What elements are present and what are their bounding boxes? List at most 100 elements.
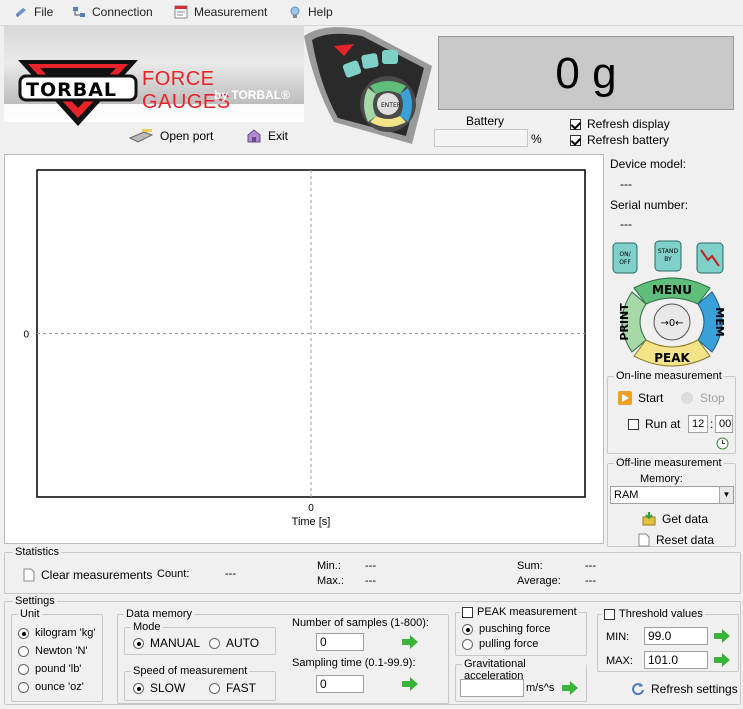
memory-select[interactable]: RAM ▼ bbox=[610, 486, 734, 504]
clear-measurements-button[interactable]: Clear measurements bbox=[23, 568, 152, 582]
start-button[interactable]: Start bbox=[618, 391, 663, 405]
threshold-checkbox[interactable]: Threshold values bbox=[602, 608, 705, 620]
peak-push-radio[interactable]: pusching force bbox=[462, 623, 551, 635]
clock-icon bbox=[716, 437, 729, 450]
peak-pull-radio[interactable]: pulling force bbox=[462, 638, 538, 650]
refresh-settings-button[interactable]: Refresh settings bbox=[631, 682, 738, 696]
svg-text:BY: BY bbox=[664, 256, 672, 263]
document-icon bbox=[638, 533, 650, 547]
run-at-checkbox[interactable]: Run at bbox=[628, 417, 680, 431]
unit-oz-label: ounce 'oz' bbox=[35, 681, 84, 693]
serial-number-label: Serial number: bbox=[610, 198, 689, 212]
refresh-display-checkbox[interactable]: Refresh display bbox=[570, 117, 670, 131]
reset-data-label: Reset data bbox=[656, 533, 715, 547]
unit-oz-dot[interactable] bbox=[18, 681, 29, 693]
speed-fast-radio[interactable]: FAST bbox=[209, 681, 256, 695]
speed-fast-dot[interactable] bbox=[209, 682, 220, 694]
open-port-label: Open port bbox=[160, 129, 214, 143]
unit-n-radio[interactable]: Newton 'N' bbox=[18, 645, 88, 657]
peak-check[interactable] bbox=[462, 606, 473, 618]
stop-icon bbox=[681, 392, 693, 404]
x-axis-label: Time [s] bbox=[292, 516, 331, 528]
menu-key-label: MENU bbox=[652, 283, 692, 297]
statistics-group: Statistics Clear measurements Count: ---… bbox=[4, 546, 741, 594]
sampling-input[interactable]: 0 bbox=[316, 675, 364, 693]
graph-button[interactable] bbox=[696, 242, 724, 274]
unit-lb-label: pound 'lb' bbox=[35, 663, 82, 675]
mode-manual-dot[interactable] bbox=[133, 637, 144, 649]
folder-download-icon bbox=[642, 512, 656, 526]
unit-lb-dot[interactable] bbox=[18, 663, 29, 675]
onoff-button[interactable]: ON/ OFF bbox=[612, 242, 638, 274]
samples-input[interactable]: 0 bbox=[316, 633, 364, 651]
svg-text:STAND: STAND bbox=[658, 248, 679, 255]
unit-n-dot[interactable] bbox=[18, 645, 29, 657]
threshold-min-input[interactable]: 99.0 bbox=[644, 627, 708, 645]
stop-label: Stop bbox=[700, 391, 725, 405]
document-icon bbox=[23, 568, 35, 582]
mode-manual-radio[interactable]: MANUAL bbox=[133, 636, 200, 650]
exit-button[interactable]: Exit bbox=[246, 128, 288, 144]
refresh-display-label: Refresh display bbox=[587, 117, 670, 131]
unit-oz-radio[interactable]: ounce 'oz' bbox=[18, 681, 84, 693]
unit-kg-dot[interactable] bbox=[18, 627, 29, 639]
logo-area: TORBAL FORCE GAUGES by TORBAL® bbox=[4, 26, 304, 126]
help-bulb-icon bbox=[290, 6, 300, 18]
refresh-battery-check[interactable] bbox=[570, 134, 581, 146]
refresh-icon bbox=[632, 683, 644, 696]
apply-gravity-arrow-icon[interactable] bbox=[562, 681, 578, 695]
chevron-down-icon[interactable]: ▼ bbox=[719, 487, 733, 503]
run-at-minute[interactable]: 00 bbox=[715, 415, 733, 433]
menu-connection-label: Connection bbox=[92, 5, 153, 19]
menu-connection[interactable]: Connection bbox=[72, 5, 153, 19]
unit-lb-radio[interactable]: pound 'lb' bbox=[18, 663, 81, 675]
get-data-button[interactable]: Get data bbox=[642, 512, 708, 526]
gravity-input[interactable] bbox=[460, 679, 524, 697]
average-value: --- bbox=[585, 575, 596, 587]
speed-slow-label: SLOW bbox=[150, 681, 186, 695]
serial-number-value: --- bbox=[620, 217, 632, 231]
right-panel: Device model: --- Serial number: --- ON/… bbox=[606, 154, 743, 547]
menu-file[interactable]: File bbox=[14, 5, 53, 19]
mode-auto-dot[interactable] bbox=[209, 637, 220, 649]
refresh-display-check[interactable] bbox=[570, 118, 581, 130]
speed-slow-radio[interactable]: SLOW bbox=[133, 681, 185, 695]
apply-samples-arrow-icon[interactable] bbox=[402, 635, 418, 649]
unit-n-label: Newton 'N' bbox=[35, 645, 88, 657]
stop-button[interactable]: Stop bbox=[680, 391, 725, 405]
run-at-check[interactable] bbox=[628, 418, 639, 430]
menu-file-label: File bbox=[34, 5, 54, 19]
peak-group: PEAK measurement pusching force pulling … bbox=[455, 606, 587, 656]
file-icon bbox=[16, 8, 26, 17]
threshold-check[interactable] bbox=[604, 608, 615, 620]
min-value: --- bbox=[365, 560, 376, 572]
unit-kg-radio[interactable]: kilogram 'kg' bbox=[18, 627, 95, 639]
peak-checkbox[interactable]: PEAK measurement bbox=[460, 606, 579, 618]
apply-min-arrow-icon[interactable] bbox=[714, 629, 730, 643]
refresh-battery-checkbox[interactable]: Refresh battery bbox=[570, 133, 669, 147]
peak-push-dot[interactable] bbox=[462, 623, 473, 635]
svg-text:ON/: ON/ bbox=[619, 251, 631, 258]
run-at-hour[interactable]: 12 bbox=[688, 415, 708, 433]
menu-measurement[interactable]: Measurement bbox=[174, 5, 267, 19]
average-label: Average: bbox=[517, 575, 561, 587]
min-label: Min.: bbox=[317, 560, 341, 572]
sum-label: Sum: bbox=[517, 560, 543, 572]
open-port-button[interactable]: Open port bbox=[128, 128, 213, 144]
mode-auto-radio[interactable]: AUTO bbox=[209, 636, 259, 650]
samples-label: Number of samples (1-800): bbox=[292, 617, 429, 629]
speed-slow-dot[interactable] bbox=[133, 682, 144, 694]
menu-help[interactable]: Help bbox=[288, 5, 333, 19]
peak-pull-dot[interactable] bbox=[462, 638, 473, 650]
apply-sampling-arrow-icon[interactable] bbox=[402, 677, 418, 691]
mode-group: Mode MANUAL AUTO bbox=[124, 621, 276, 655]
force-chart: 0 0 Time [s] bbox=[23, 169, 586, 528]
remote-zero-text: ENTER bbox=[381, 102, 401, 109]
threshold-max-input[interactable]: 101.0 bbox=[644, 651, 708, 669]
run-at-label: Run at bbox=[645, 417, 681, 431]
standby-button[interactable]: STAND BY bbox=[654, 240, 682, 272]
sum-value: --- bbox=[585, 560, 596, 572]
reset-data-button[interactable]: Reset data bbox=[638, 533, 714, 547]
apply-max-arrow-icon[interactable] bbox=[714, 653, 730, 667]
offline-title: Off-line measurement bbox=[614, 457, 724, 469]
